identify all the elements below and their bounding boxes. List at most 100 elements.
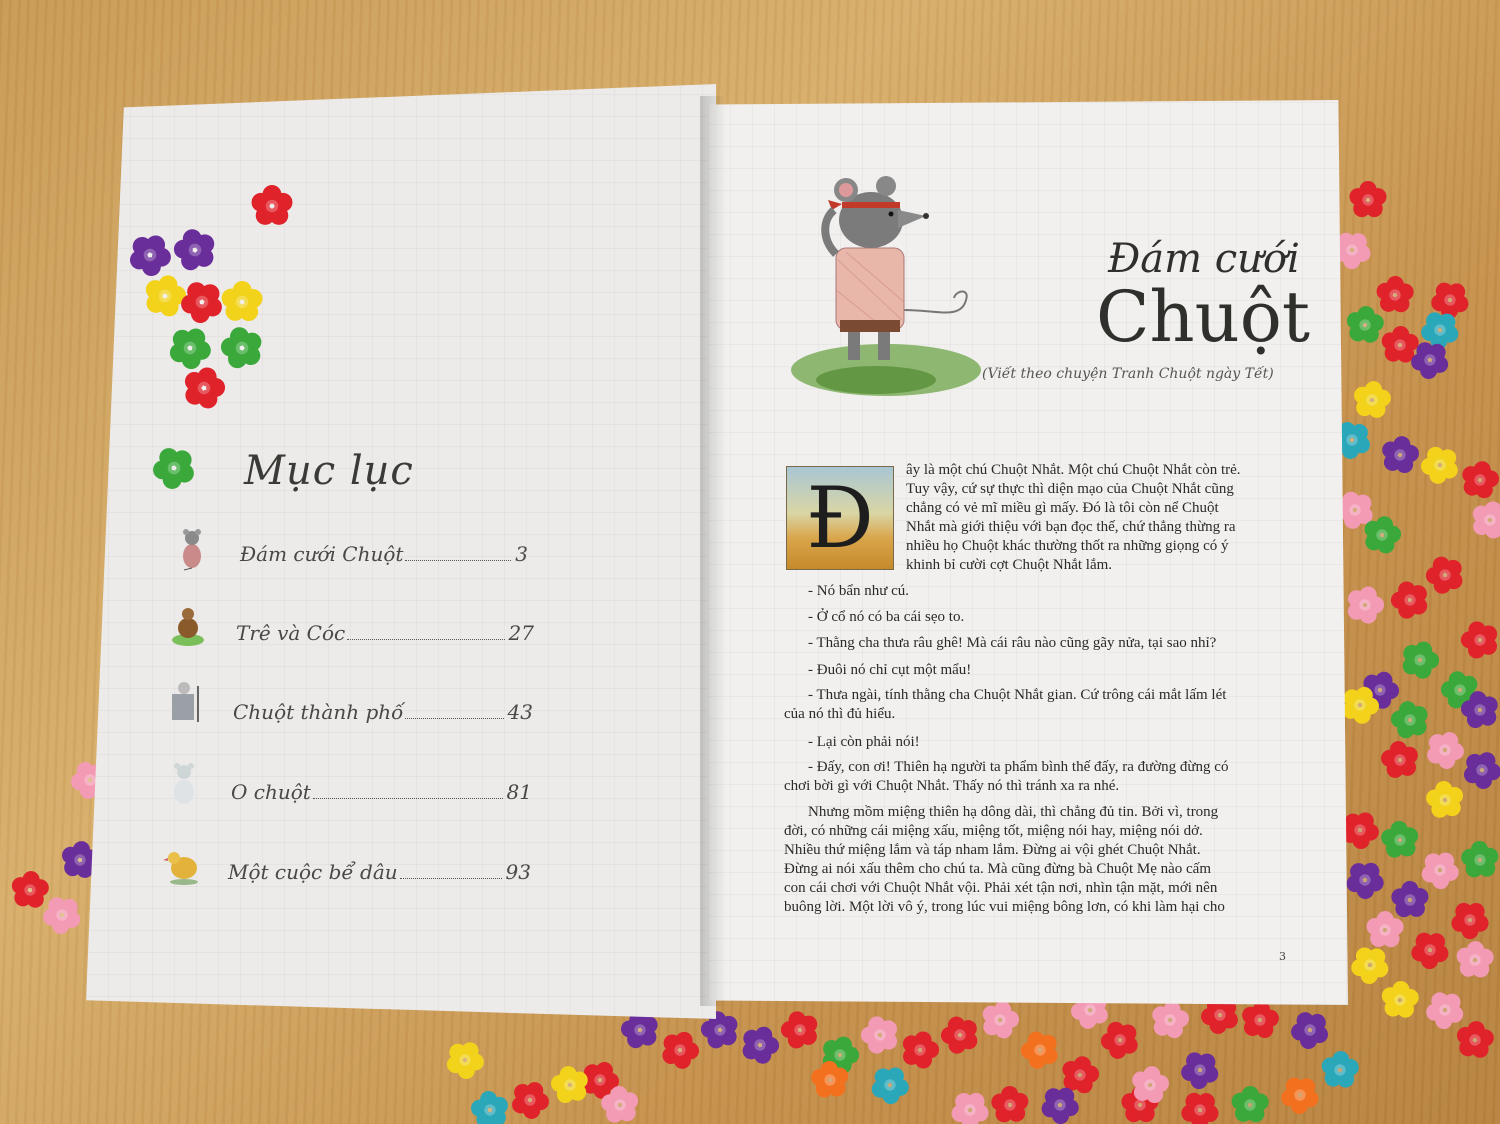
paragraph: - Thưa ngài, tính thằng cha Chuột Nhắt g…	[784, 686, 1284, 724]
chicken-illustration-icon	[163, 852, 198, 885]
flower-bead	[865, 1059, 916, 1110]
flower-bead	[1415, 844, 1466, 895]
flower-bead	[897, 1026, 944, 1072]
flower-bead	[1385, 694, 1436, 745]
flower-bead	[1284, 1003, 1337, 1056]
toc-leader-dots	[405, 560, 512, 561]
flower-bead	[1457, 835, 1500, 884]
city-mouse-illustration-icon	[172, 682, 199, 722]
flower-bead	[1376, 734, 1426, 785]
dialog-line: - Đuôi nó chỉ cụt một mẩu!	[808, 662, 972, 678]
text-line: Nhiều thứ miệng lắm và táp nham lắm. Đừn…	[784, 842, 1201, 858]
flower-bead	[505, 1074, 556, 1124]
flower-bead	[1340, 853, 1391, 905]
flower-bead	[855, 1008, 907, 1061]
flower-bead	[1458, 457, 1500, 501]
flower-bead	[1174, 1043, 1227, 1096]
flower-bead	[1378, 433, 1422, 476]
toc-item[interactable]: Đám cưới Chuột 3	[240, 542, 528, 566]
flower-bead	[1239, 998, 1282, 1040]
flower-bead	[1455, 940, 1495, 979]
dialog-line: - Nó bẩn như cú.	[808, 583, 910, 599]
flower-bead	[1375, 275, 1415, 313]
flower-bead	[1387, 876, 1434, 924]
text-line: Tuy vậy, cứ sự thực thì diện mạo của Chu…	[906, 481, 1234, 497]
toc-item-page: 93	[505, 860, 531, 884]
toc-item[interactable]: Trê và Cóc 27	[236, 621, 534, 645]
text-line: Nhưng mồm miệng thiên hạ dông dài, thì c…	[808, 804, 1219, 820]
dialog-line: - Thằng cha thưa râu ghê! Mà cái râu nào…	[808, 635, 1217, 651]
flower-bead	[775, 1004, 827, 1055]
dropcap-letter: Đ	[806, 469, 874, 567]
text-line: buông lời. Một lời vô ý, trong lúc vui m…	[784, 899, 1225, 915]
flower-bead	[1404, 923, 1457, 975]
flower-bead	[1349, 181, 1387, 218]
text-line: Đừng ai nói xấu thêm cho chú ta. Mà cũng…	[784, 861, 1211, 877]
flower-bead	[1320, 1049, 1360, 1089]
toc-item-page: 81	[506, 780, 532, 804]
flower-bead	[1174, 1083, 1227, 1124]
flower-bead	[1444, 893, 1497, 945]
flower-bead	[935, 1008, 987, 1061]
text-line: đời, có những cái miệng xấu, miệng tốt, …	[784, 823, 1203, 839]
flower-bead	[1230, 1085, 1270, 1123]
flower-bead	[1380, 979, 1421, 1019]
text-line: ây là một chú Chuột Nhắt. Một chú Chuột …	[906, 462, 1241, 478]
toc-item-page: 27	[508, 621, 534, 645]
flower-bead	[945, 1083, 997, 1124]
toc-item-label: Một cuộc bể dâu	[228, 860, 398, 884]
toc-item[interactable]: O chuột 81	[231, 780, 532, 804]
flower-bead	[1274, 1068, 1327, 1120]
story-title-line2: Chuột	[1096, 276, 1310, 358]
paragraph: - Đấy, con ơi! Thiên hạ người ta phẩm bì…	[784, 758, 1284, 796]
dialog-line: - Lại còn phải nói!	[808, 734, 920, 750]
mouse-girl-illustration	[791, 176, 981, 396]
flower-bead	[9, 869, 51, 909]
paragraph: Nhưng mồm miệng thiên hạ dông dài, thì c…	[784, 803, 1284, 917]
flower-bead	[1148, 997, 1192, 1041]
toc-item-label: O chuột	[231, 780, 311, 804]
flower-bead	[1420, 724, 1470, 774]
text-line: chơi bời gì với Chuột Nhắt. Thấy nó thì …	[784, 778, 1120, 794]
text-line: con cái chơi với Chuột Nhắt vội. Phải xé…	[784, 880, 1218, 896]
toc-item-label: Trê và Cóc	[236, 621, 346, 645]
text-line: của nó thì đủ hiểu.	[784, 706, 896, 722]
flower-bead	[1467, 496, 1500, 542]
flower-bead	[440, 1034, 491, 1084]
text-line: nhiều họ Chuột khác thường thốt ra những…	[906, 538, 1229, 554]
photo-scene: Mục lục Đám cưới Chuột 3 Trê và Cóc 27 C…	[0, 0, 1500, 1124]
text-line: khinh bỉ cười cợt Chuột Nhắt lắm.	[906, 557, 1113, 573]
mouse-bride-illustration-icon	[183, 529, 201, 571]
flower-bead	[1420, 548, 1472, 601]
flower-bead	[1014, 1023, 1067, 1076]
flower-bead	[1366, 910, 1404, 948]
dialog-line: - Ở cổ nó có ba cái sẹo to.	[808, 609, 965, 625]
flower-bead	[1454, 1018, 1496, 1060]
flower-bead	[1344, 304, 1386, 344]
toc-item[interactable]: Một cuộc bể dâu 93	[228, 860, 531, 884]
text-line: chẳng có vẻ mĩ miều gì mấy. Đó là tôi cò…	[906, 500, 1219, 516]
toc-item-page: 3	[515, 542, 528, 566]
catfish-toad-illustration-icon	[172, 608, 204, 646]
flower-bead	[1351, 378, 1393, 420]
toc-leader-dots	[399, 878, 502, 879]
toc-leader-dots	[312, 798, 503, 799]
toc-leader-dots	[347, 639, 505, 640]
story-subtitle: (Viết theo chuyện Tranh Chuột ngày Tết)	[982, 366, 1274, 382]
flower-bead	[987, 1081, 1035, 1124]
flower-bead	[1455, 613, 1500, 665]
toc-leader-dots	[405, 718, 504, 719]
page-number: 3	[1279, 950, 1286, 963]
flower-bead	[36, 888, 89, 941]
text-line: - Thưa ngài, tính thằng cha Chuột Nhắt g…	[808, 687, 1227, 703]
flower-bead	[1342, 581, 1389, 627]
flower-bead	[1377, 815, 1425, 864]
dropcap-illustration: Đ	[786, 466, 894, 570]
flower-bead	[1396, 635, 1444, 683]
flower-bead	[466, 1085, 516, 1124]
text-line: - Đấy, con ơi! Thiên hạ người ta phẩm bì…	[808, 759, 1229, 775]
toc-item[interactable]: Chuột thành phố 43	[233, 700, 533, 724]
flower-bead	[1421, 775, 1471, 825]
text-line: Nhắt mà giới thiệu với bạn đọc thế, chứ …	[906, 519, 1236, 535]
toc-item-label: Đám cưới Chuột	[240, 542, 404, 566]
